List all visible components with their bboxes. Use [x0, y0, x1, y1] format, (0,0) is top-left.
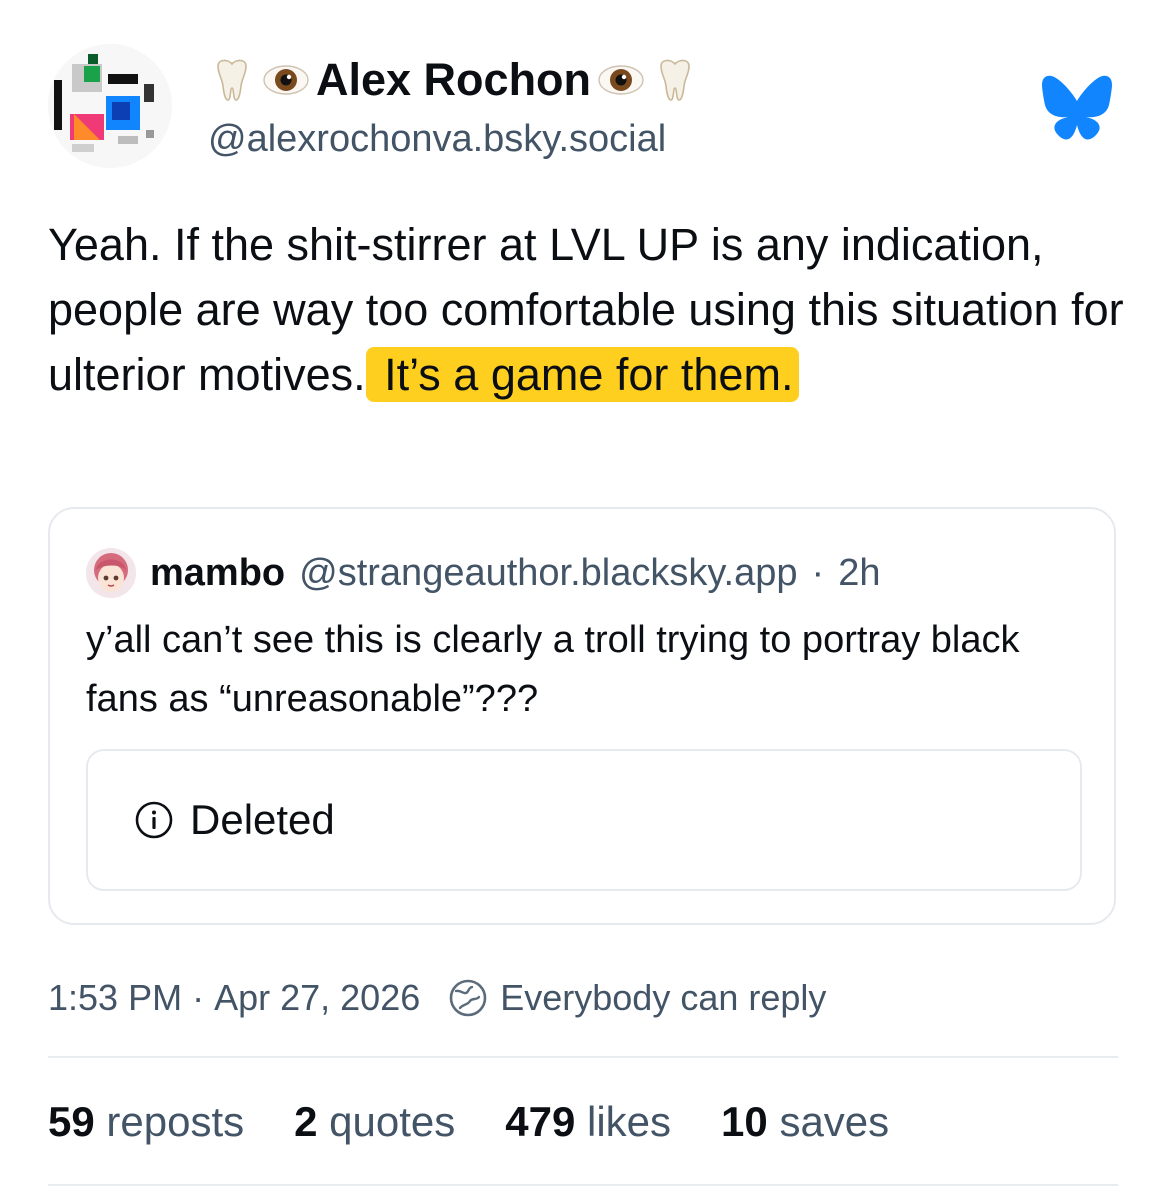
bluesky-logo-icon [1042, 75, 1112, 140]
quotes-stat[interactable]: 2 quotes [294, 1098, 455, 1146]
likes-stat[interactable]: 479 likes [505, 1098, 671, 1146]
divider-bottom [48, 1184, 1118, 1186]
quotes-count: 2 [294, 1098, 318, 1145]
quoted-post-age: 2h [838, 551, 881, 594]
tooth-icon [651, 56, 699, 104]
author-name-row[interactable]: Alex Rochon [208, 52, 699, 108]
globe-icon[interactable] [448, 978, 488, 1018]
author-handle[interactable]: @alexrochonva.bsky.social [208, 118, 666, 161]
reposts-label: reposts [106, 1098, 245, 1145]
info-icon [135, 801, 173, 839]
post-time: 1:53 PM [48, 977, 183, 1018]
eye-icon [262, 56, 310, 104]
likes-count: 479 [505, 1098, 576, 1145]
divider-top [48, 1056, 1118, 1058]
saves-label: saves [779, 1098, 890, 1145]
quoted-author-avatar[interactable] [86, 548, 136, 598]
quoted-post-card[interactable]: mambo @strangeauthor.blacksky.app · 2h y… [48, 507, 1116, 925]
author-avatar[interactable] [48, 44, 172, 168]
quoted-meta-separator: · [811, 551, 825, 594]
quoted-author-handle[interactable]: @strangeauthor.blacksky.app [299, 552, 797, 595]
quoted-post-text: y’all can’t see this is clearly a troll … [86, 619, 1020, 720]
author-display-name[interactable]: Alex Rochon [316, 54, 591, 106]
post-text: Yeah. If the shit-stirrer at LVL UP is a… [48, 212, 1128, 407]
reposts-stat[interactable]: 59 reposts [48, 1098, 244, 1146]
deleted-label: Deleted [190, 796, 335, 843]
reposts-count: 59 [48, 1098, 95, 1145]
saves-count: 10 [721, 1098, 768, 1145]
likes-label: likes [587, 1098, 672, 1145]
post-date: Apr 27, 2026 [214, 977, 421, 1018]
post-meta-row: 1:53 PM · Apr 27, 2026 Everybody can rep… [48, 972, 826, 1024]
quoted-author-name[interactable]: mambo [150, 552, 285, 595]
saves-stat[interactable]: 10 saves [721, 1098, 889, 1146]
quotes-label: quotes [329, 1098, 456, 1145]
tooth-icon [208, 56, 256, 104]
post-stats: 59 reposts 2 quotes 479 likes 10 saves [48, 1094, 939, 1150]
eye-icon [597, 56, 645, 104]
post-text-highlighted: It’s a game for them. [365, 347, 800, 402]
meta-separator: · [192, 977, 205, 1018]
deleted-embed-notice: Deleted [86, 749, 1082, 891]
reply-setting[interactable]: Everybody can reply [500, 977, 826, 1019]
quoted-post-header: mambo @strangeauthor.blacksky.app · 2h [86, 547, 880, 599]
